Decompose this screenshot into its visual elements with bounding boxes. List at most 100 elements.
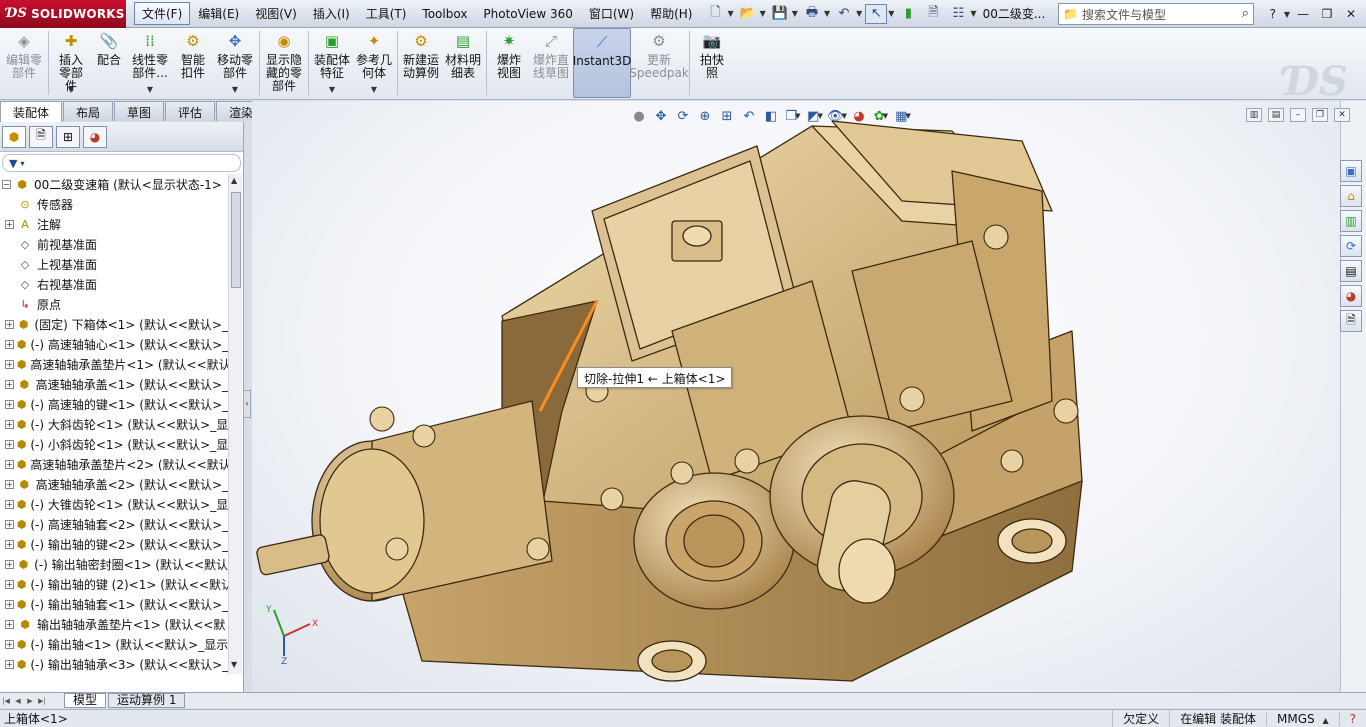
print-icon[interactable]: 🖶	[801, 4, 823, 24]
chevron-down-icon[interactable]: ▼	[760, 9, 766, 18]
previous-view-icon[interactable]: ↶	[740, 107, 758, 125]
section-view-icon[interactable]: ◧	[762, 107, 780, 125]
view-orientation-icon[interactable]: ❒ ▼	[784, 107, 802, 125]
chevron-down-icon[interactable]: ▼	[329, 83, 335, 96]
file-explorer-icon[interactable]: ⟳	[1340, 235, 1362, 257]
new-document-icon[interactable]: 🗋	[704, 4, 726, 24]
unit-system[interactable]: MMGS ▲	[1266, 711, 1339, 726]
zoom-in-icon[interactable]: ⊕	[696, 107, 714, 125]
collapse-icon[interactable]: −	[2, 179, 11, 189]
insert-component-button[interactable]: ✚ 插入零部件 ▼	[51, 28, 91, 98]
mate-button[interactable]: 📎 配合	[91, 28, 127, 98]
exploded-view-button[interactable]: ✷ 爆炸视图	[489, 28, 529, 98]
save-icon[interactable]: 💾	[769, 4, 791, 24]
expand-icon[interactable]: +	[5, 479, 14, 489]
options-icon[interactable]: ☷	[947, 4, 969, 24]
minimize-icon[interactable]: —	[1292, 5, 1314, 23]
tree-item[interactable]: + ⬢ (-) 输出轴轴套<1> (默认<<默认>_	[0, 594, 228, 614]
chevron-down-icon[interactable]: ▼	[727, 9, 733, 18]
minimize-icon[interactable]: –	[1290, 108, 1306, 122]
menu-tools[interactable]: 工具(T)	[358, 2, 415, 25]
tree-item[interactable]: + ⬢ (-) 输出轴密封圈<1> (默认<<默认	[0, 554, 228, 574]
rebuild-icon[interactable]: ▮	[897, 4, 919, 24]
show-hidden-components-button[interactable]: ◉ 显示隐藏的零部件	[262, 28, 306, 98]
chevron-down-icon[interactable]: ▼	[371, 83, 377, 96]
chevron-down-icon[interactable]: ▼	[147, 83, 153, 96]
explode-line-sketch-button[interactable]: ⤢ 爆炸直线草图	[529, 28, 573, 98]
filter-icon[interactable]: ▼	[9, 157, 17, 170]
tree-item[interactable]: + ⬢ (-) 输出轴<1> (默认<<默认>_显示	[0, 634, 228, 654]
menu-toolbox[interactable]: Toolbox	[414, 4, 475, 24]
search-icon[interactable]: ⌕	[1242, 6, 1249, 21]
tree-item[interactable]: + ⬢ (-) 输出轴的键 (2)<1> (默认<<默认	[0, 574, 228, 594]
tree-root[interactable]: − ⬢ 00二级变速箱 (默认<显示状态-1>	[0, 174, 228, 194]
help-icon[interactable]: ?	[1262, 5, 1284, 23]
expand-icon[interactable]: +	[5, 499, 14, 509]
tree-item[interactable]: ⊙ 传感器	[0, 194, 228, 214]
menu-help[interactable]: 帮助(H)	[642, 2, 700, 25]
expand-icon[interactable]: +	[5, 659, 14, 669]
tree-item[interactable]: ↳ 原点	[0, 294, 228, 314]
tree-item[interactable]: + A 注解	[0, 214, 228, 234]
restore-icon[interactable]: ❐	[1316, 5, 1338, 23]
tree-item[interactable]: + ⬢ 高速轴轴承盖<2> (默认<<默认>_	[0, 474, 228, 494]
chevron-down-icon[interactable]: ▼	[856, 9, 862, 18]
expand-icon[interactable]: +	[5, 399, 14, 409]
tree-item[interactable]: + ⬢ 高速轴轴承盖垫片<1> (默认<<默认	[0, 354, 228, 374]
feature-tree-scrollbar[interactable]: ▲ ▼	[228, 174, 242, 674]
chevron-down-icon[interactable]: ▼	[68, 83, 74, 96]
tree-item[interactable]: ◇ 上视基准面	[0, 254, 228, 274]
assembly-feature-button[interactable]: ▣ 装配体特征 ▼	[311, 28, 353, 98]
menu-insert[interactable]: 插入(I)	[305, 2, 358, 25]
tab-assembly[interactable]: 装配体	[0, 101, 63, 122]
tab-model[interactable]: 模型	[64, 693, 107, 708]
search-box[interactable]: 📁 搜索文件与模型 ⌕	[1058, 3, 1254, 25]
tree-item[interactable]: + ⬢ (-) 输出轴轴承<3> (默认<<默认>_	[0, 654, 228, 674]
expand-icon[interactable]: +	[5, 539, 14, 549]
zoom-area-icon[interactable]: ⊞	[718, 107, 736, 125]
undo-icon[interactable]: ↶	[833, 4, 855, 24]
menu-view[interactable]: 视图(V)	[247, 2, 305, 25]
tab-layout[interactable]: 布局	[63, 101, 114, 121]
tree-item[interactable]: + ⬢ (-) 大锥齿轮<1> (默认<<默认>_显	[0, 494, 228, 514]
next-tab-icon[interactable]: ▶	[24, 695, 36, 707]
chevron-down-icon[interactable]: ▼	[232, 83, 238, 96]
quick-tips-icon[interactable]: ?	[1338, 711, 1366, 726]
linear-pattern-button[interactable]: ⁞⁞ 线性零部件... ▼	[127, 28, 173, 98]
configuration-manager-tab-icon[interactable]: ⊞	[56, 125, 80, 148]
expand-icon[interactable]: +	[5, 439, 14, 449]
menu-window[interactable]: 窗口(W)	[581, 2, 642, 25]
expand-icon[interactable]: +	[5, 379, 14, 389]
design-library-icon[interactable]: ▥	[1340, 210, 1362, 232]
chevron-up-icon[interactable]: ▲	[1322, 716, 1328, 725]
take-snapshot-button[interactable]: 📷 拍快照	[692, 28, 732, 98]
menu-photoview[interactable]: PhotoView 360	[475, 4, 580, 24]
open-folder-icon[interactable]: 📂	[737, 4, 759, 24]
tree-item[interactable]: + ⬢ 高速轴轴承盖<1> (默认<<默认>_	[0, 374, 228, 394]
tree-item[interactable]: + ⬢ (-) 高速轴轴套<2> (默认<<默认>_	[0, 514, 228, 534]
gearbox-model[interactable]	[252, 101, 1340, 692]
feature-tree-tab-icon[interactable]: ⬢	[2, 125, 26, 148]
expand-icon[interactable]: +	[5, 219, 14, 229]
tile-horizontal-icon[interactable]: ▤	[1268, 108, 1284, 122]
menu-edit[interactable]: 编辑(E)	[190, 2, 247, 25]
tree-item[interactable]: + ⬢ 输出轴轴承盖垫片<1> (默认<<默	[0, 614, 228, 634]
tree-item[interactable]: + ⬢ 高速轴轴承盖垫片<2> (默认<<默认	[0, 454, 228, 474]
tile-vertical-icon[interactable]: ▥	[1246, 108, 1262, 122]
home-icon[interactable]: ⌂	[1340, 185, 1362, 207]
close-icon[interactable]: ✕	[1334, 108, 1350, 122]
solidworks-resources-icon[interactable]: ▣	[1340, 160, 1362, 182]
smart-fastener-button[interactable]: ⚙ 智能扣件	[173, 28, 213, 98]
custom-properties-icon[interactable]: 🗎	[1340, 310, 1362, 332]
bom-button[interactable]: ▤ 材料明细表	[442, 28, 484, 98]
expand-icon[interactable]: +	[5, 579, 14, 589]
hide-show-items-icon[interactable]: 👁 ▼	[827, 107, 847, 125]
display-manager-tab-icon[interactable]: ◕	[83, 125, 107, 148]
view-settings-icon[interactable]: ▦ ▼	[894, 107, 912, 125]
instant3d-button[interactable]: ⟋ Instant3D	[573, 28, 631, 98]
last-tab-icon[interactable]: ▶|	[36, 695, 48, 707]
chevron-down-icon[interactable]: ▾	[20, 159, 24, 168]
solidworks-logo[interactable]: ƊS SOLIDWORKS	[0, 0, 126, 28]
first-tab-icon[interactable]: |◀	[0, 695, 12, 707]
expand-icon[interactable]: +	[5, 419, 14, 429]
